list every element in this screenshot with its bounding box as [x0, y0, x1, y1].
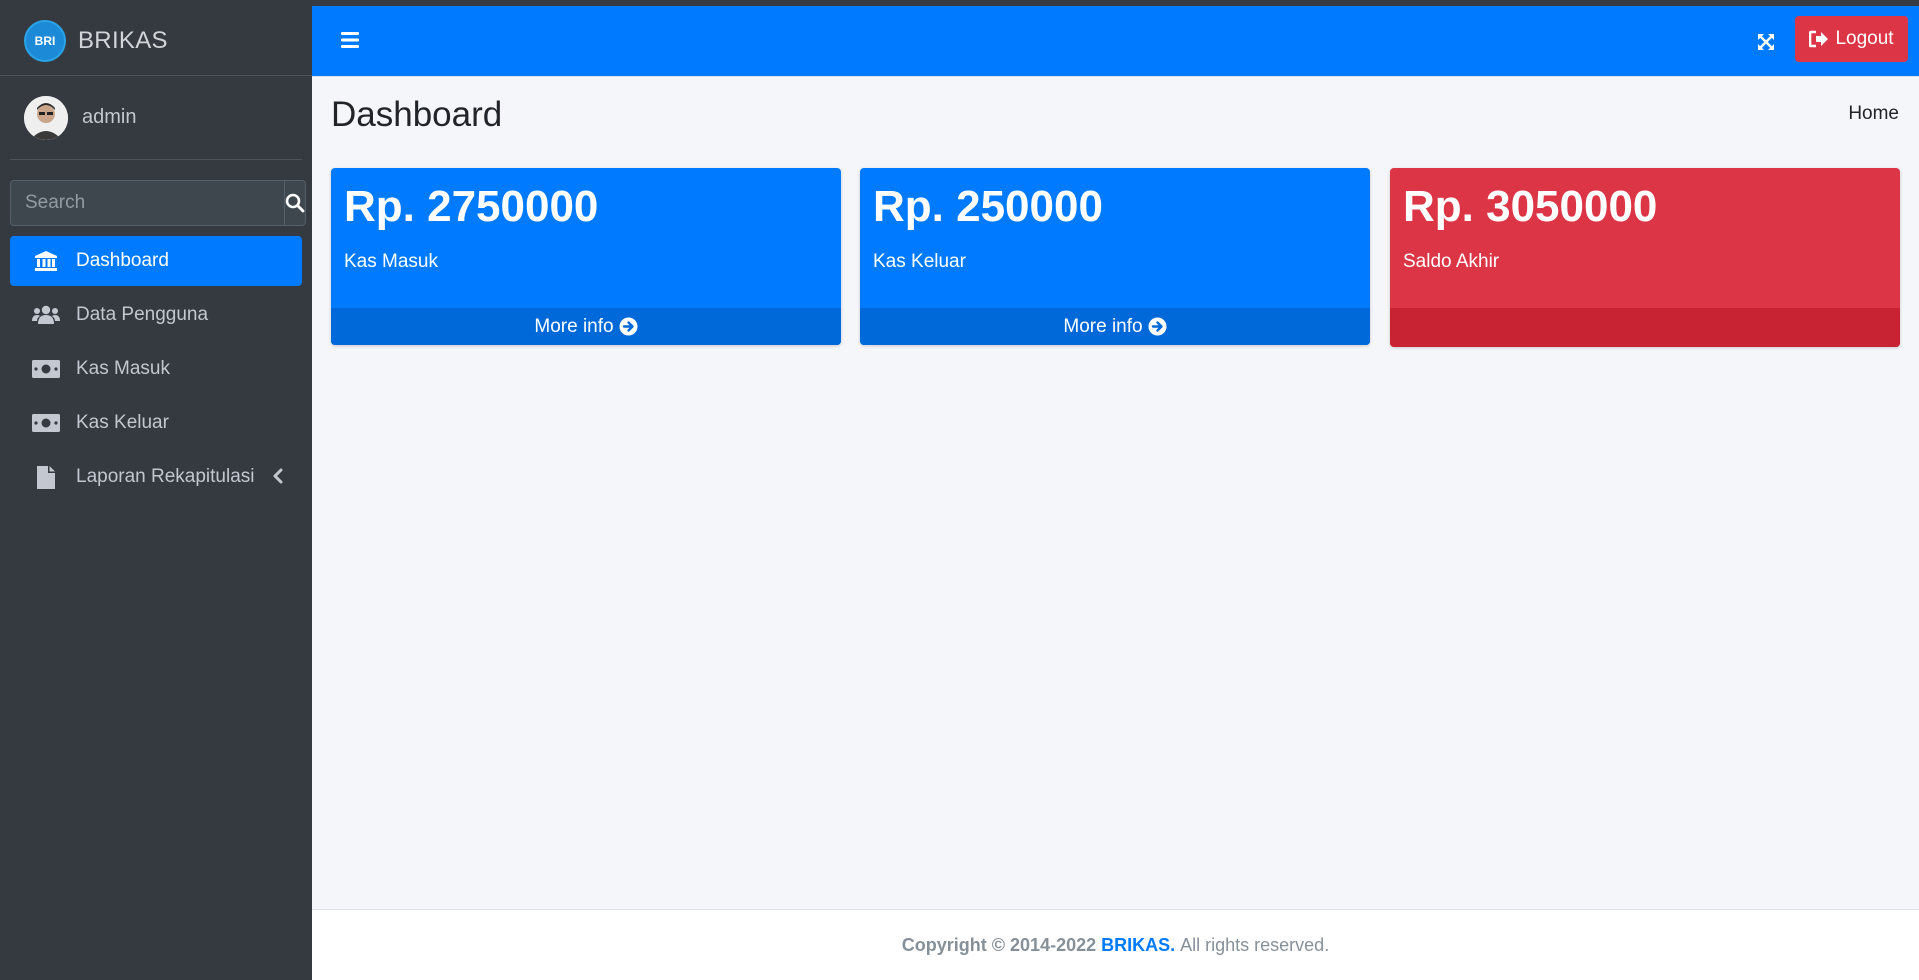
sidebar-item-label: Kas Masuk — [76, 358, 170, 379]
copyright-text: Copyright © 2014-2022 — [901, 934, 1097, 955]
card-value: Rp. 250000 — [873, 182, 1103, 231]
bank-icon — [32, 250, 60, 272]
sidebar-item-dashboard[interactable]: Dashboard — [10, 236, 302, 286]
main-content: Dashboard Home Rp. 2750000 Kas Masuk Mor… — [312, 77, 1919, 909]
card-label: Saldo Akhir — [1403, 251, 1500, 272]
sign-out-icon — [1809, 30, 1829, 48]
brand-logo: BRI — [24, 19, 66, 62]
menu-toggle-button[interactable] — [340, 31, 360, 54]
search-icon — [285, 193, 305, 213]
card-footer — [1390, 308, 1900, 347]
rights-text: All rights reserved. — [1180, 934, 1330, 955]
logout-label: Logout — [1835, 28, 1894, 49]
sidebar-item-label: Laporan Rekapitulasi — [76, 466, 255, 487]
logout-button[interactable]: Logout — [1795, 16, 1908, 62]
expand-icon — [1758, 34, 1774, 50]
chevron-left-icon — [272, 467, 284, 491]
footer-brand-link[interactable]: BRIKAS. — [1101, 935, 1175, 956]
arrow-circle-right-icon — [619, 317, 638, 336]
info-card-saldo-akhir: Rp. 3050000 Saldo Akhir — [1390, 168, 1900, 347]
card-value: Rp. 3050000 — [1403, 182, 1658, 231]
user-avatar — [24, 95, 68, 140]
money-bill-icon — [32, 414, 60, 432]
sidebar-item-label: Dashboard — [76, 250, 169, 271]
breadcrumb-home[interactable]: Home — [1848, 103, 1899, 125]
sidebar-item-laporan-rekapitulasi[interactable]: Laporan Rekapitulasi — [10, 452, 302, 502]
arrow-circle-right-icon — [1148, 317, 1167, 336]
sidebar: BRI BRIKAS admin Search Dashboard Data P… — [0, 6, 312, 980]
more-info-link[interactable]: More info — [860, 308, 1370, 345]
top-navbar: Logout — [312, 6, 1919, 77]
fullscreen-button[interactable] — [1756, 32, 1776, 57]
search-button[interactable] — [284, 180, 306, 226]
user-name-link[interactable]: admin — [82, 106, 136, 129]
brand[interactable]: BRI BRIKAS — [0, 6, 312, 76]
brand-name: BRIKAS — [78, 26, 168, 54]
info-card-kas-masuk: Rp. 2750000 Kas Masuk More info — [331, 168, 841, 345]
info-card-kas-keluar: Rp. 250000 Kas Keluar More info — [860, 168, 1370, 345]
user-panel: admin — [10, 76, 302, 160]
more-info-link[interactable]: More info — [331, 308, 841, 345]
sidebar-item-kas-keluar[interactable]: Kas Keluar — [10, 398, 302, 448]
card-label: Kas Masuk — [344, 251, 438, 272]
card-value: Rp. 2750000 — [344, 182, 599, 231]
card-label: Kas Keluar — [873, 251, 966, 272]
sidebar-search — [10, 180, 306, 226]
sidebar-item-label: Kas Keluar — [76, 412, 169, 433]
search-input[interactable] — [10, 180, 284, 226]
more-info-label: More info — [1063, 315, 1143, 337]
sidebar-item-kas-masuk[interactable]: Kas Masuk — [10, 344, 302, 394]
sidebar-nav: Dashboard Data Pengguna Kas Masuk Kas Ke… — [10, 236, 302, 502]
file-icon — [32, 465, 60, 489]
hamburger-icon — [341, 32, 359, 48]
page-title: Dashboard — [331, 95, 503, 134]
users-icon — [32, 305, 60, 325]
page-footer: Copyright © 2014-2022 BRIKAS. All rights… — [312, 909, 1919, 980]
more-info-label: More info — [534, 315, 614, 337]
sidebar-item-label: Data Pengguna — [76, 304, 209, 325]
sidebar-item-data-pengguna[interactable]: Data Pengguna — [10, 290, 302, 340]
money-bill-icon — [32, 360, 60, 378]
